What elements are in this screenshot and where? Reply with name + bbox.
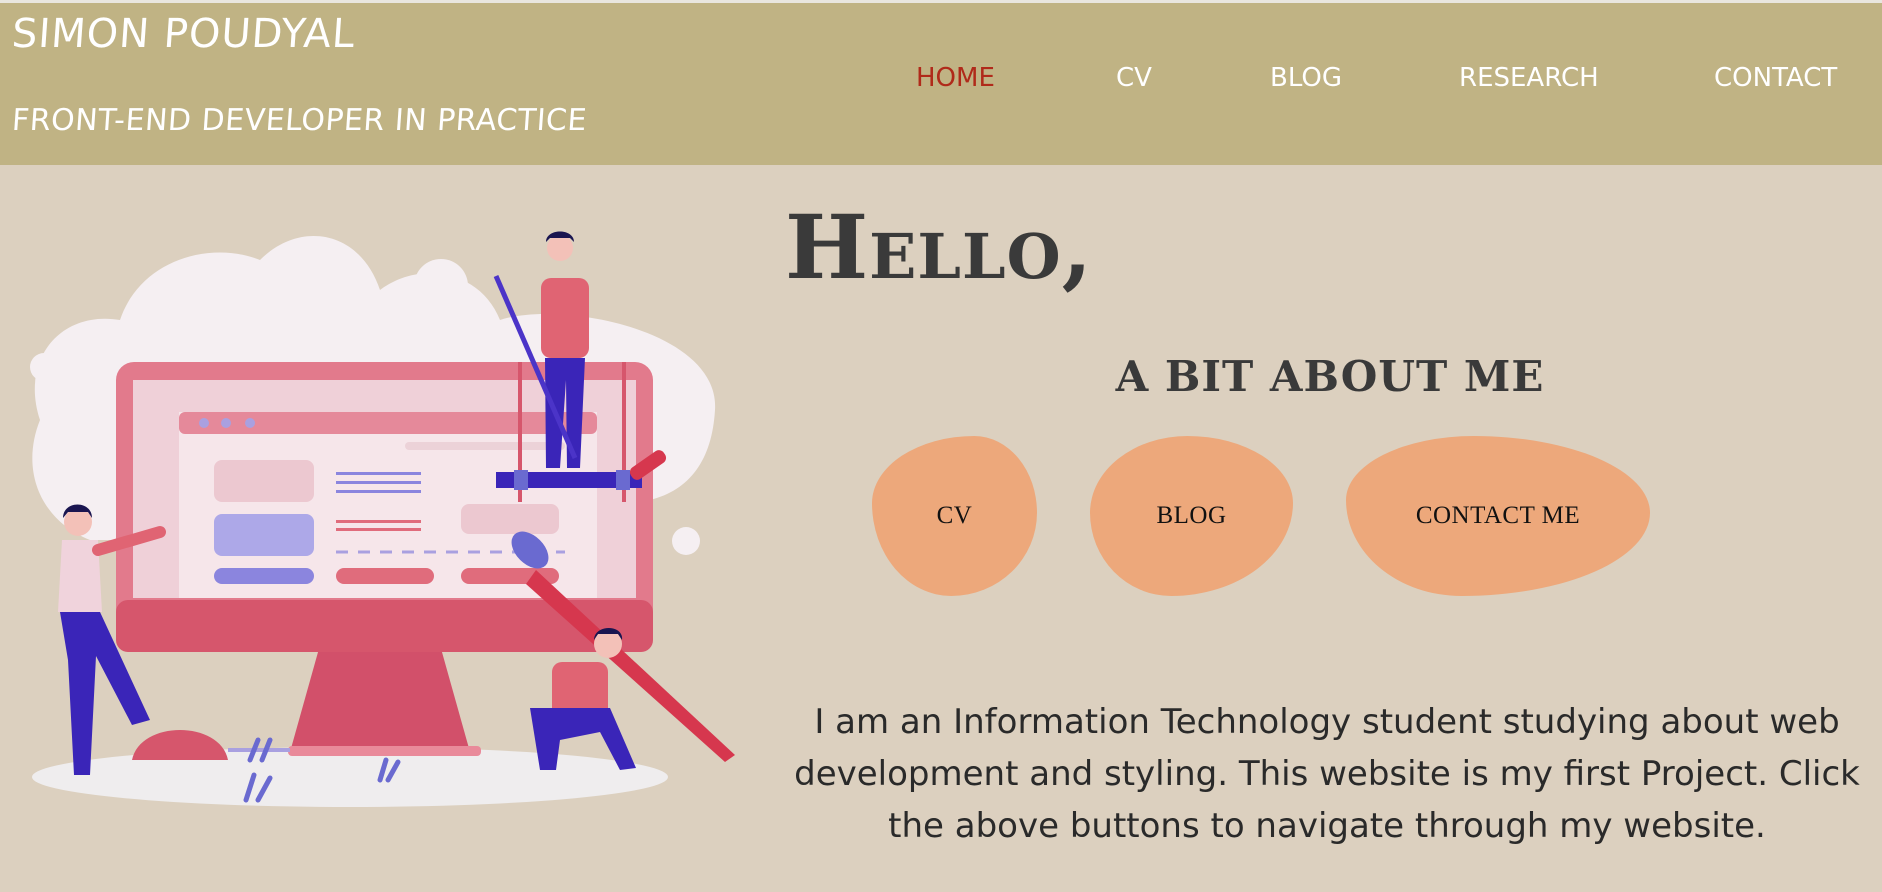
site-name[interactable]: SIMON POUDYAL bbox=[10, 11, 357, 57]
about-heading: A BIT ABOUT ME bbox=[1115, 352, 1545, 401]
site-tagline: FRONT-END DEVELOPER IN PRACTICE bbox=[10, 103, 589, 138]
cv-button[interactable]: CV bbox=[872, 436, 1037, 596]
contact-me-button[interactable]: CONTACT ME bbox=[1346, 436, 1650, 596]
intro-paragraph: I am an Information Technology student s… bbox=[794, 702, 1860, 846]
nav-contact[interactable]: CONTACT bbox=[1714, 63, 1837, 93]
main-nav: HOME CV BLOG RESEARCH CONTACT bbox=[0, 63, 1882, 103]
nav-research[interactable]: RESEARCH bbox=[1459, 63, 1599, 93]
nav-home[interactable]: HOME bbox=[916, 63, 995, 93]
nav-blog[interactable]: BLOG bbox=[1270, 63, 1342, 93]
site-header: SIMON POUDYAL FRONT-END DEVELOPER IN PRA… bbox=[0, 3, 1882, 165]
blog-button[interactable]: BLOG bbox=[1090, 436, 1293, 596]
nav-cv[interactable]: CV bbox=[1116, 63, 1152, 93]
greeting-heading: Hello, bbox=[785, 195, 1094, 299]
web-development-illustration bbox=[30, 231, 735, 807]
monitor-stand bbox=[290, 645, 470, 752]
